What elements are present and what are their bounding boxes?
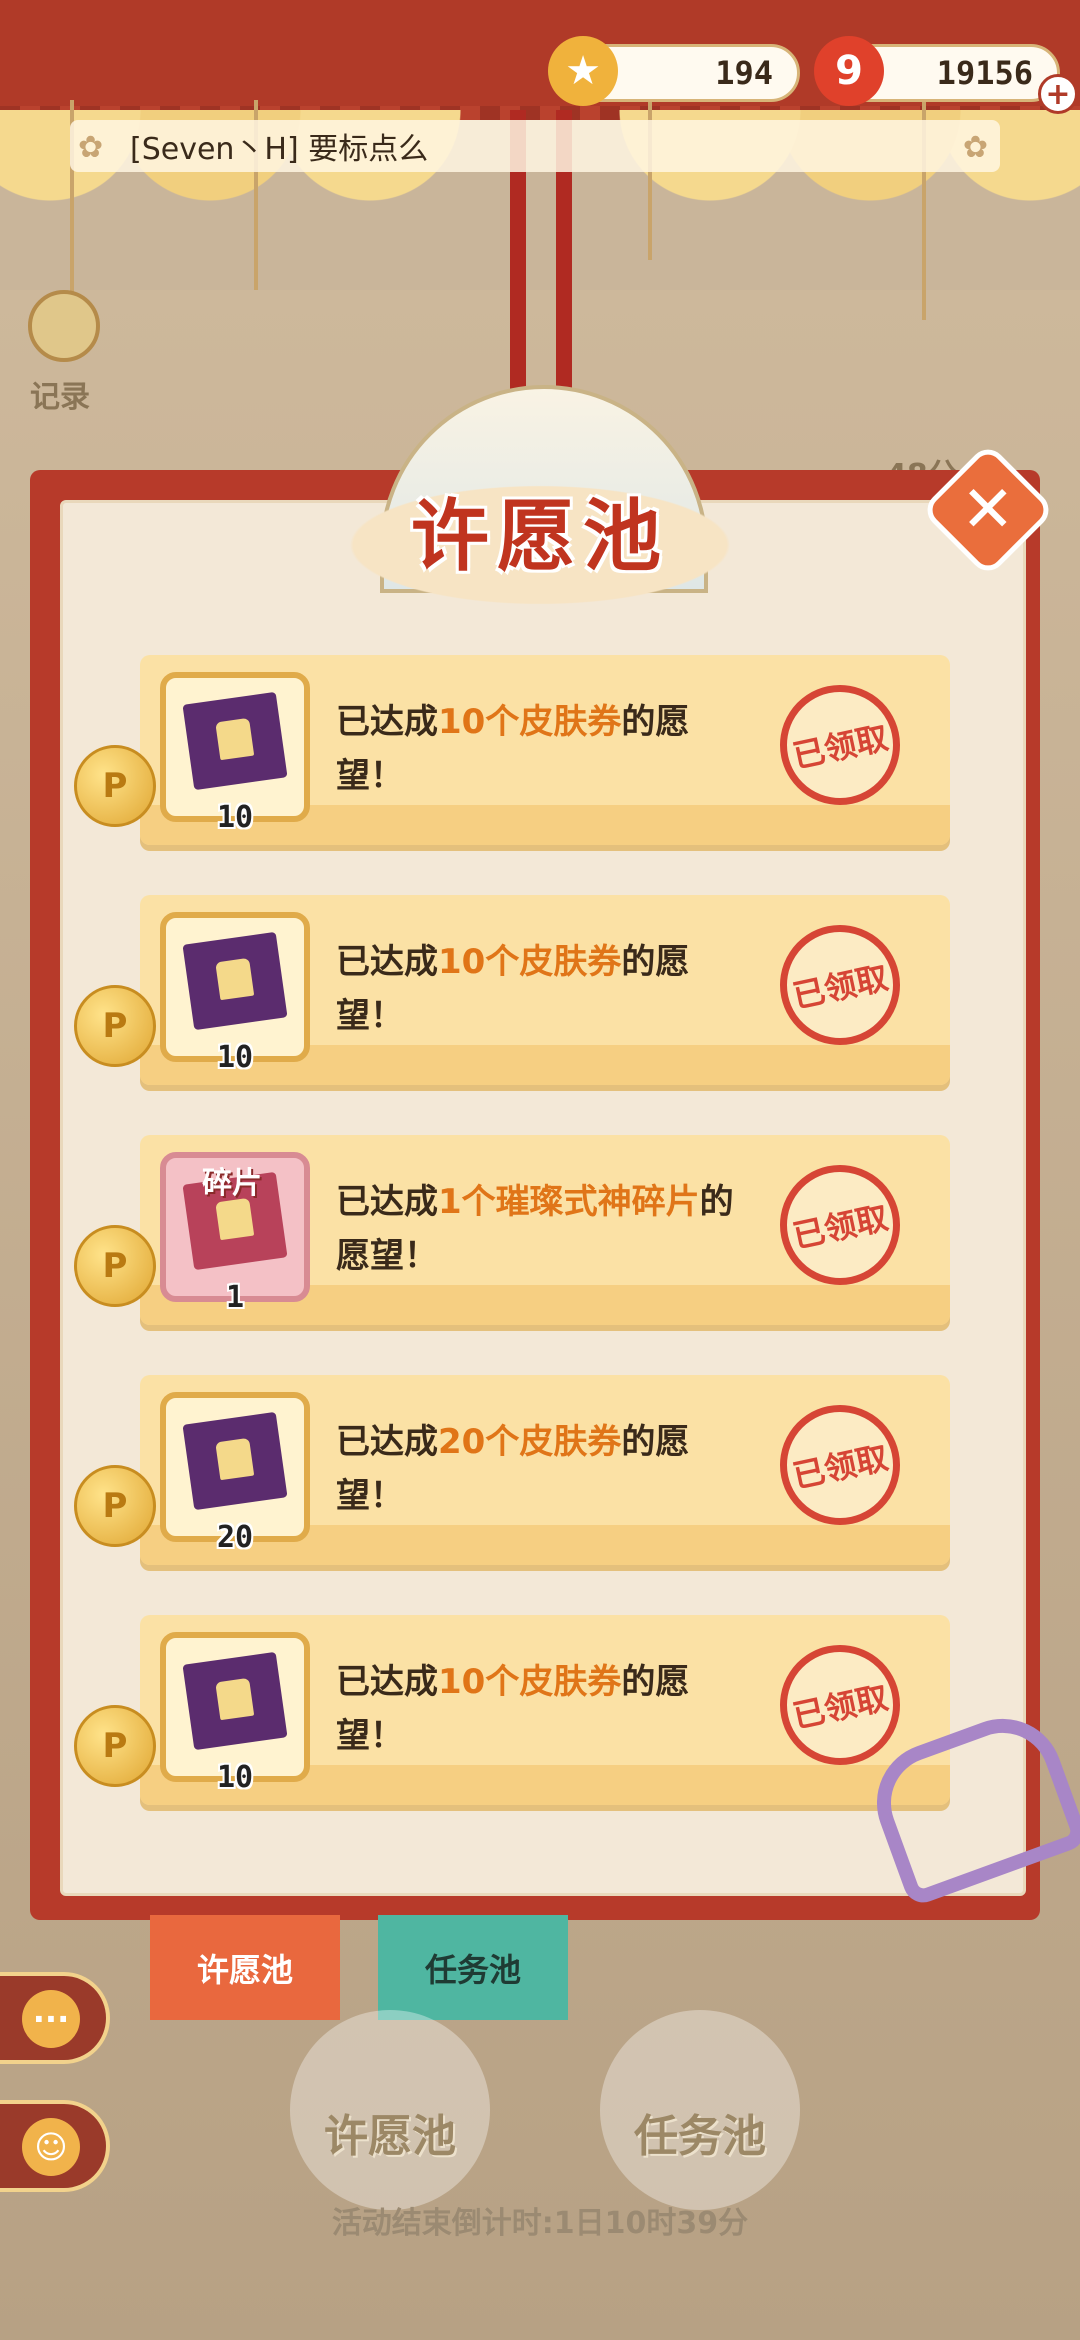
wish-description: 已达成10个皮肤券的愿望！	[336, 942, 690, 1036]
avatar-icon: ☺	[22, 2118, 80, 2176]
fragment-label: 碎片	[202, 1166, 262, 1201]
flower-icon: ✿	[78, 130, 104, 165]
event-countdown: 活动结束倒计时:1日10时39分	[331, 2206, 749, 2241]
skin-ticket-icon	[182, 931, 288, 1031]
bell-icon: P	[74, 1465, 156, 1547]
panel-title: 许愿池	[410, 492, 669, 582]
skin-ticket-icon	[182, 1651, 288, 1751]
wish-pool-nav-label[interactable]: 许愿池	[270, 2100, 510, 2164]
bell-icon: P	[74, 745, 156, 827]
star-icon: ★	[548, 36, 618, 106]
item-quantity: 1	[225, 1280, 245, 1315]
coin-glyph: 9	[835, 48, 863, 94]
star-count: 194	[715, 54, 773, 92]
item-quantity: 20	[216, 1520, 254, 1555]
add-currency-button[interactable]: +	[1038, 74, 1078, 114]
wish-description: 已达成10个皮肤券的愿望！	[336, 1662, 690, 1756]
bell-icon: P	[74, 1225, 156, 1307]
flower-icon: ✿	[962, 130, 988, 165]
skin-ticket-icon	[182, 1411, 288, 1511]
skin-ticket-icon	[182, 691, 288, 791]
item-quantity: 10	[216, 1760, 254, 1795]
tab-wish-pool[interactable]: 许愿池	[150, 1915, 340, 2020]
wish-description: 已达成1个璀璨式神碎片的愿望！	[336, 1182, 734, 1276]
record-label: 记录	[30, 380, 90, 415]
wish-description: 已达成20个皮肤券的愿望！	[336, 1422, 690, 1516]
bell-icon: P	[74, 1705, 156, 1787]
task-pool-nav-label[interactable]: 任务池	[580, 2100, 820, 2164]
chat-bubble-icon: ···	[22, 1990, 80, 2048]
chat-ticker[interactable]: ✿ [Seven丶H] 要标点么 ✿	[70, 120, 1000, 172]
close-icon: ✕	[961, 473, 1015, 547]
chat-button[interactable]: ···	[0, 1972, 110, 2064]
bell-icon: P	[74, 985, 156, 1067]
item-quantity: 10	[216, 1040, 254, 1075]
wish-description: 已达成10个皮肤券的愿望！	[336, 702, 690, 796]
coin-count: 19156	[936, 54, 1033, 92]
tab-task-pool[interactable]: 任务池	[378, 1915, 568, 2020]
record-icon[interactable]	[28, 290, 100, 362]
avatar-button[interactable]: ☺	[0, 2100, 110, 2192]
chat-message: [Seven丶H] 要标点么	[130, 132, 429, 167]
coin-icon: 9	[814, 36, 884, 106]
item-quantity: 10	[216, 800, 254, 835]
plus-icon: +	[1045, 77, 1071, 112]
